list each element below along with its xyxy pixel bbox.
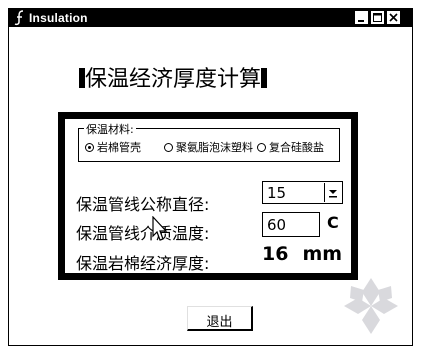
mouse-pointer-icon	[152, 216, 168, 241]
radio-dot-selected[interactable]	[85, 142, 94, 152]
radio-dot[interactable]	[164, 142, 173, 152]
close-button[interactable]	[387, 11, 400, 24]
temperature-input[interactable]: 60	[262, 212, 320, 237]
thickness-unit: mm	[302, 243, 343, 265]
maximize-button[interactable]	[371, 11, 384, 24]
radio-label: 复合硅酸盐	[269, 141, 324, 154]
temperature-value: 60	[267, 216, 287, 234]
title-bar[interactable]: Insulation	[9, 9, 412, 27]
calculation-panel: 保温材料: 岩棉管壳 聚氨脂泡沫塑料 复合硅酸盐 保温管线公称直径: 15 保温…	[58, 112, 358, 280]
exit-button[interactable]: 退出	[187, 306, 253, 331]
page-title: 保温经济厚度计算	[79, 61, 268, 93]
window-title: Insulation	[29, 11, 88, 25]
material-group-legend: 保温材料:	[84, 121, 136, 137]
radio-rock-wool[interactable]: 岩棉管壳	[85, 139, 141, 155]
temperature-unit: C	[327, 213, 339, 232]
diameter-value: 15	[267, 184, 287, 202]
material-group: 保温材料: 岩棉管壳 聚氨脂泡沫塑料 复合硅酸盐	[78, 121, 340, 162]
thickness-result: 16 mm	[262, 243, 342, 265]
diameter-label: 保温管线公称直径:	[76, 195, 210, 214]
diameter-select[interactable]: 15	[262, 181, 343, 204]
radio-label: 聚氨脂泡沫塑料	[176, 141, 253, 154]
thickness-label: 保温岩棉经济厚度:	[76, 254, 210, 273]
exit-button-label: 退出	[206, 315, 233, 330]
radio-label: 岩棉管壳	[97, 141, 141, 154]
chevron-down-icon[interactable]	[324, 183, 341, 202]
radio-composite-silicate[interactable]: 复合硅酸盐	[257, 139, 324, 155]
thickness-value: 16	[262, 243, 289, 265]
minimize-button[interactable]	[355, 11, 368, 24]
page-title-text: 保温经济厚度计算	[85, 67, 262, 92]
app-icon	[14, 10, 24, 26]
radio-polyurethane[interactable]: 聚氨脂泡沫塑料	[164, 139, 253, 155]
title-right-bar	[261, 68, 268, 88]
temperature-label: 保温管线介质温度:	[76, 224, 210, 243]
radio-dot[interactable]	[257, 142, 266, 152]
watermark-logo	[344, 278, 398, 334]
